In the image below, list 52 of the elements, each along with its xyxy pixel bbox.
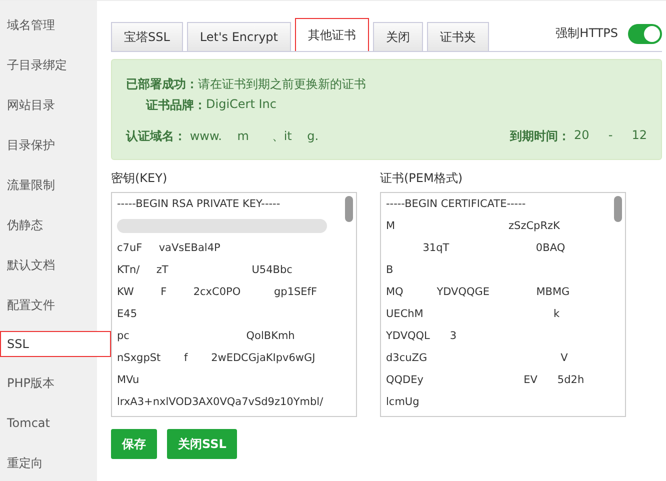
sidebar-item[interactable]: 流量限制 (0, 165, 97, 205)
sidebar-item[interactable]: SSL (0, 331, 111, 357)
domain-label: 认证域名： (126, 128, 186, 145)
cert-line: B (386, 263, 394, 278)
sidebar-item[interactable]: PHP版本 (0, 363, 97, 403)
scrollbar-thumb[interactable] (614, 196, 622, 222)
sidebar-item[interactable]: 配置文件 (0, 285, 97, 325)
key-line: MVu (117, 373, 140, 388)
key-line: -----BEGIN RSA PRIVATE KEY----- (117, 197, 280, 212)
key-line: lrxA3+nxlVOD3AX0VQa7vSd9z10Ymbl/ (117, 395, 324, 410)
key-line: c7uF vaVsEBal4P (117, 241, 220, 256)
cert-line: YDVQQL 3 (386, 329, 457, 344)
field-label: 证书(PEM格式) (380, 170, 464, 187)
key-line: pc QolBKmh (117, 329, 295, 344)
key-field[interactable]: -----BEGIN RSA PRIVATE KEY----- c7uF vaVsEBal4P KTn/ zT U54Bbc KW F 2cxC0PO gp1SEfF E45 pc QolBKmh nSxgpSt f 2wEDCGjaKIpv6wGJ MVu lrxA3+nxlVOD3AX0VQa7vSd9z10Ymbl/ (111, 192, 357, 417)
cert-line: d3cuZG V (386, 351, 568, 366)
scrollbar-thumb[interactable] (345, 196, 353, 222)
key-line: KW F 2cxC0PO gp1SEfF (117, 285, 318, 300)
tab[interactable]: 关闭 (373, 22, 423, 51)
tab[interactable]: 其他证书 (295, 18, 369, 51)
brand-text: DigiCert Inc (206, 97, 276, 113)
expiry-text: 20 - 12 (572, 128, 647, 144)
key-line: KTn/ zT U54Bbc (117, 263, 292, 278)
cert-line: M zSzCpRzK (386, 219, 560, 234)
cert-line: QQDEy EV 5d2h (386, 373, 584, 388)
sidebar-item[interactable]: Tomcat (0, 403, 97, 443)
sidebar-item[interactable]: 子目录绑定 (0, 45, 97, 85)
tab[interactable]: Let's Encrypt (186, 22, 291, 51)
expiry-label: 到期时间： (510, 128, 570, 145)
cert-line: UEChM k (386, 307, 560, 322)
status-label: 已部署成功： (126, 76, 198, 93)
brand-label: 证书品牌： (146, 97, 206, 114)
sidebar-item[interactable]: 重定向 (0, 443, 97, 481)
cert-line: -----BEGIN CERTIFICATE----- (386, 197, 526, 212)
sidebar-item[interactable]: 默认文档 (0, 245, 97, 285)
cert-field[interactable]: -----BEGIN CERTIFICATE----- M zSzCpRzK 31qT 0BAQ B MQ YDVQQGE MBMG UEChM k YDVQQL 3 d3cuZG V QQDEy EV 5d2h lcmUg (380, 192, 626, 417)
cert-line: lcmUg (386, 395, 420, 410)
domain-text: www. m 、it g. (188, 128, 319, 145)
switch-label: 强制HTTPS (556, 25, 618, 42)
cert-line: 31qT 0BAQ (422, 241, 566, 256)
status-text: 请在证书到期之前更换新的证书 (198, 76, 366, 93)
key-line: E45 (117, 307, 137, 322)
sidebar-item[interactable]: 伪静态 (0, 205, 97, 245)
key-line: nSxgpSt f 2wEDCGjaKIpv6wGJ (117, 351, 316, 366)
toggle-switch[interactable] (628, 24, 662, 44)
sidebar-item[interactable]: 网站目录 (0, 85, 97, 125)
sidebar-item[interactable]: 域名管理 (0, 5, 97, 45)
tab[interactable]: 宝塔SSL (111, 22, 183, 51)
field-label: 密钥(KEY) (111, 170, 168, 187)
cert-line: MQ YDVQQGE MBMG (386, 285, 570, 300)
sidebar-item[interactable]: 目录保护 (0, 125, 97, 165)
tab[interactable]: 证书夹 (427, 22, 489, 51)
